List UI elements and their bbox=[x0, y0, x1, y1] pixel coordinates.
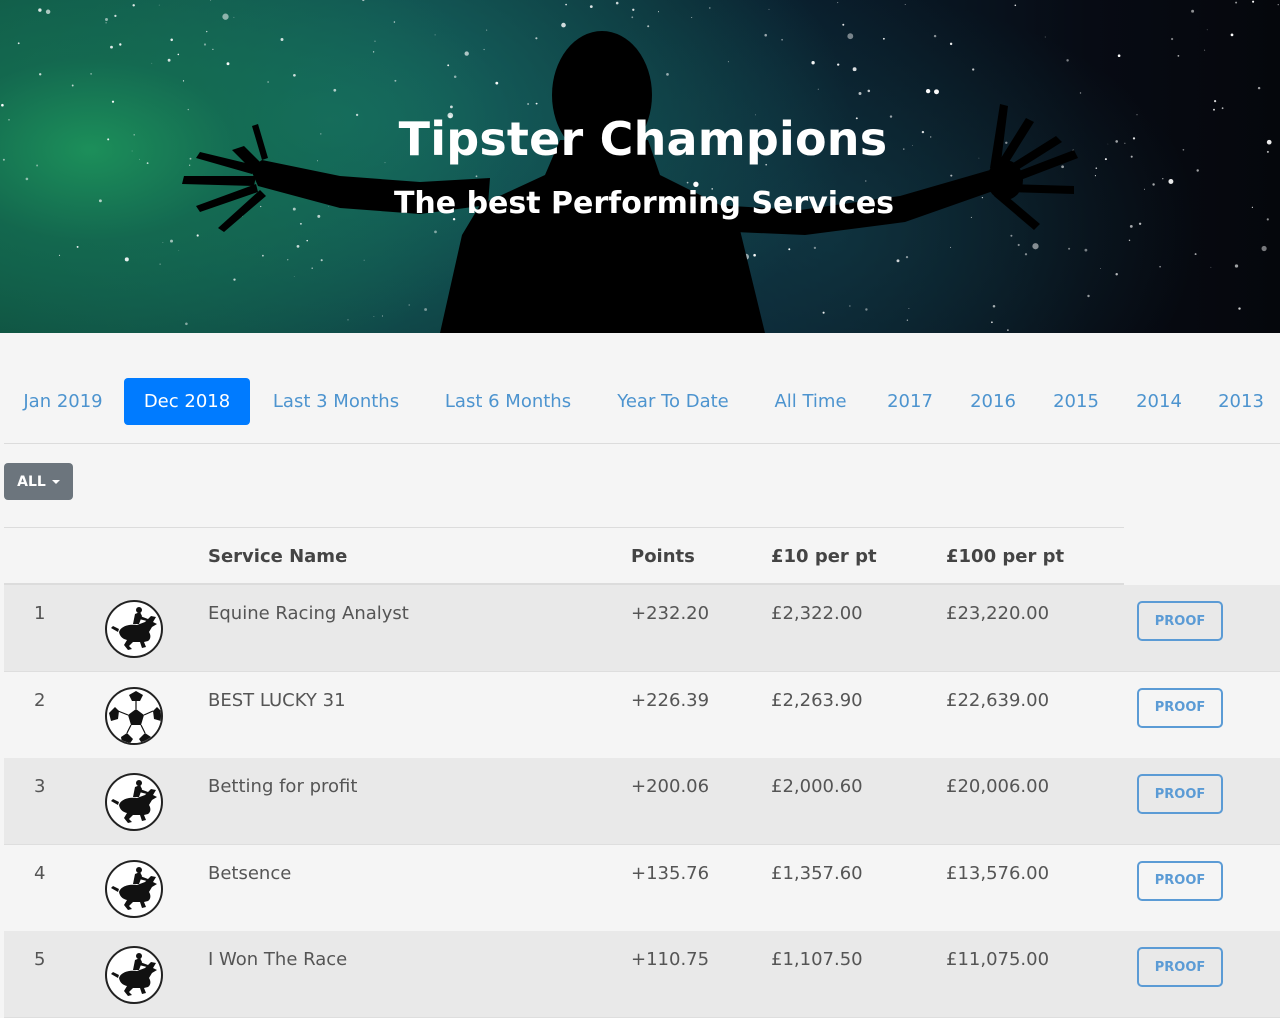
football-icon bbox=[105, 686, 163, 745]
table-row: 5 I Won The Race +110.75 £1,107.50 £11,075.0… bbox=[4, 931, 1280, 1018]
header-points: Points bbox=[631, 546, 695, 567]
tab-year-to-date[interactable]: Year To Date bbox=[596, 378, 750, 425]
rank-cell: 1 bbox=[34, 603, 46, 624]
hero-banner: Tipster Champions The best Performing Se… bbox=[0, 0, 1280, 333]
horse-racing-icon bbox=[105, 859, 163, 918]
period-tabs: Jan 2019 Dec 2018 Last 3 Months Last 6 M… bbox=[0, 378, 1280, 425]
tab-2017[interactable]: 2017 bbox=[870, 378, 950, 425]
tab-2014[interactable]: 2014 bbox=[1119, 378, 1199, 425]
points-cell: +110.75 bbox=[631, 949, 710, 970]
champion-silhouette-image bbox=[182, 31, 1078, 333]
header-10-per-pt: £10 per pt bbox=[771, 546, 877, 567]
service-name-cell: I Won The Race bbox=[208, 949, 348, 970]
hero-title: Tipster Champions bbox=[398, 112, 888, 166]
tab-jan-2019[interactable]: Jan 2019 bbox=[4, 378, 122, 425]
hero-subtitle: The best Performing Services bbox=[393, 186, 895, 221]
service-name-cell: Equine Racing Analyst bbox=[208, 603, 409, 624]
header-100-per-pt: £100 per pt bbox=[946, 546, 1065, 567]
rank-cell: 5 bbox=[34, 949, 46, 970]
per-10-cell: £2,000.60 bbox=[771, 776, 863, 797]
per-100-cell: £22,639.00 bbox=[946, 689, 1050, 711]
table-row: 1 Equine Racing Analyst +232.20 £2,322.00 £2… bbox=[4, 585, 1280, 672]
per-10-cell: £1,107.50 bbox=[771, 949, 863, 970]
tab-last-3-months[interactable]: Last 3 Months bbox=[252, 378, 420, 425]
tabs-divider bbox=[4, 443, 1280, 444]
filter-label: ALL bbox=[17, 473, 46, 490]
per-100-cell: £20,006.00 bbox=[946, 776, 1050, 797]
table-header: Service Name Points £10 per pt £100 per … bbox=[4, 528, 1124, 585]
header-service-name: Service Name bbox=[208, 546, 348, 567]
per-10-cell: £2,322.00 bbox=[771, 603, 863, 624]
points-cell: +135.76 bbox=[631, 862, 710, 884]
tab-2016[interactable]: 2016 bbox=[953, 378, 1033, 425]
rank-cell: 4 bbox=[34, 862, 46, 884]
tab-2013[interactable]: 2013 bbox=[1202, 378, 1280, 425]
rank-cell: 3 bbox=[34, 776, 46, 797]
tab-dec-2018[interactable]: Dec 2018 bbox=[124, 378, 250, 425]
horse-racing-icon bbox=[105, 946, 163, 1004]
per-10-cell: £1,357.60 bbox=[771, 862, 863, 884]
sport-filter-dropdown[interactable]: ALL bbox=[4, 463, 73, 500]
proof-button[interactable]: PROOF bbox=[1137, 860, 1223, 901]
horse-racing-icon bbox=[105, 773, 163, 831]
tab-2015[interactable]: 2015 bbox=[1036, 378, 1116, 425]
points-cell: +226.39 bbox=[631, 689, 710, 711]
per-100-cell: £11,075.00 bbox=[946, 949, 1050, 970]
service-name-cell: BEST LUCKY 31 bbox=[208, 689, 346, 711]
horse-racing-icon bbox=[105, 600, 163, 658]
proof-button[interactable]: PROOF bbox=[1137, 687, 1223, 728]
proof-button[interactable]: PROOF bbox=[1137, 947, 1223, 987]
tab-last-6-months[interactable]: Last 6 Months bbox=[423, 378, 593, 425]
per-100-cell: £13,576.00 bbox=[946, 862, 1050, 884]
caret-down-icon bbox=[51, 479, 60, 484]
points-cell: +232.20 bbox=[631, 603, 710, 624]
rank-cell: 2 bbox=[34, 689, 46, 711]
tab-all-time[interactable]: All Time bbox=[754, 378, 867, 425]
service-name-cell: Betting for profit bbox=[208, 776, 358, 797]
service-name-cell: Betsence bbox=[208, 862, 292, 884]
points-cell: +200.06 bbox=[631, 776, 710, 797]
proof-button[interactable]: PROOF bbox=[1137, 774, 1223, 814]
per-100-cell: £23,220.00 bbox=[946, 603, 1050, 624]
per-10-cell: £2,263.90 bbox=[771, 689, 863, 711]
table-row: 3 Betting for profit +200.06 £2,000.60 £20,0… bbox=[4, 758, 1280, 845]
table-row: 4 Betsence +135.76 £1,357.60 £13,576.00 PROOF bbox=[4, 844, 1280, 932]
table-row: 2 BEST LUCKY 31 +226.39 £2,263.90 £22,639.00… bbox=[4, 671, 1280, 759]
proof-button[interactable]: PROOF bbox=[1137, 601, 1223, 641]
